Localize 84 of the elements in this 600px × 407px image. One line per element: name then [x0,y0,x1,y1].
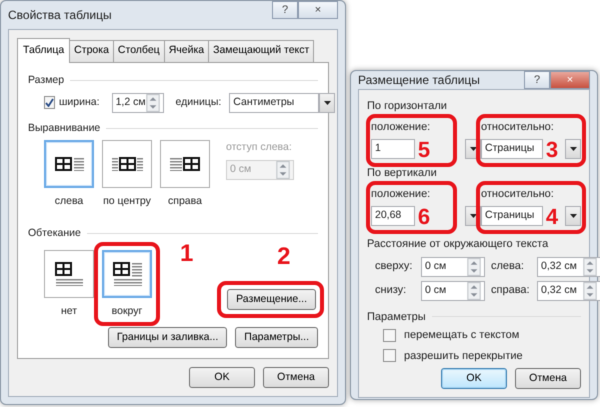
callout-number: 4 [544,206,560,228]
callout-number: 2 [277,245,290,270]
callout-number: 5 [416,139,432,161]
close-button[interactable]: × [298,1,338,19]
checkbox[interactable] [44,96,55,109]
select-field[interactable]: Сантиметры [229,92,320,112]
tab[interactable]: Ячейка [164,40,210,62]
select-field[interactable]: Страницы [481,206,543,226]
field-label: положение: [371,120,432,134]
field-label: отступ слева: [226,140,293,156]
group-heading: Обтекание [28,226,81,241]
caret-icon [470,147,476,151]
field-label: относительно: [481,120,555,134]
caret-icon [570,147,576,151]
callout-number: 1 [180,242,194,266]
dialog-button[interactable]: OK [441,368,507,389]
combo-field[interactable]: 20,68 [371,206,415,226]
field-label: относительно: [481,186,555,202]
field-label: ширина: [59,94,100,110]
table-layout-icon [54,157,84,172]
window-title: Размещение таблицы [358,72,480,89]
input-field[interactable]: 0,32 см [537,256,600,276]
field-label: положение: [371,186,432,202]
dropdown-button[interactable] [565,206,581,226]
table-layout-icon [112,157,142,172]
layout-option[interactable] [102,250,152,298]
group-heading: По горизонтали [367,99,448,114]
group-heading: Размер [28,72,64,88]
tab[interactable]: Замещающий текст [208,40,314,62]
group-heading: Выравнивание [28,120,100,136]
checkbox[interactable] [383,349,396,362]
caret-icon [570,214,576,218]
spinner-icon [467,258,481,276]
select-field[interactable]: Страницы [481,139,543,159]
spinner-icon [146,94,160,112]
checkmark-icon [45,98,54,107]
dialog-button[interactable]: Параметры... [235,327,318,348]
layout-option[interactable] [44,250,94,298]
input-field[interactable]: 0 см [421,280,485,300]
input-field[interactable]: 0 см [421,256,485,276]
field-label: снизу: [375,283,408,298]
callout-number: 6 [416,206,432,228]
field-label: слева: [491,259,525,274]
tab[interactable]: Столбец [112,40,165,62]
field-label: единицы: [176,94,222,110]
option-label: слева [54,194,84,210]
help-button[interactable]: ? [524,71,550,89]
option-label: по центру [103,194,151,210]
help-button[interactable]: ? [272,1,298,19]
checkbox-label: разрешить перекрытие [404,348,523,364]
dialog-button[interactable]: OK [189,367,255,388]
option-label: вокруг [112,304,142,319]
dropdown-button[interactable] [319,92,336,112]
checkbox-label: перемещать с текстом [404,328,520,343]
caret-icon [324,100,331,104]
layout-option[interactable] [160,140,210,188]
checkbox[interactable] [383,328,396,342]
input-field[interactable]: 1,2 см [112,92,164,112]
dialog-button[interactable]: Границы и заливка... [108,327,228,348]
option-label: справа [168,194,202,210]
tab[interactable]: Таблица [17,38,70,63]
group-heading: Параметры [367,310,426,324]
input-field[interactable]: 0,32 см [537,280,600,300]
field-label: справа: [491,283,531,298]
layout-option[interactable] [44,140,94,188]
group-heading: По вертикали [367,166,438,181]
tab[interactable]: Строка [69,40,114,62]
spinner-icon [467,282,481,300]
field-label: сверху: [375,259,414,274]
dropdown-button[interactable] [565,139,581,159]
spinner-icon [276,161,290,179]
table-layout-icon [112,262,142,286]
group-heading: Расстояние от окружающего текста [367,237,550,252]
table-layout-icon [55,262,83,286]
callout-number: 3 [544,139,560,161]
dialog-button[interactable]: Отмена [263,367,329,388]
caret-icon [470,214,476,218]
window-title: Свойства таблицы [8,7,112,24]
layout-option[interactable] [102,140,152,188]
option-label: нет [60,304,78,319]
table-layout-icon [170,157,200,172]
combo-field[interactable]: 1 [371,139,415,159]
positioning-button[interactable]: Размещение... [227,289,316,310]
dialog-button[interactable]: Отмена [515,368,581,389]
